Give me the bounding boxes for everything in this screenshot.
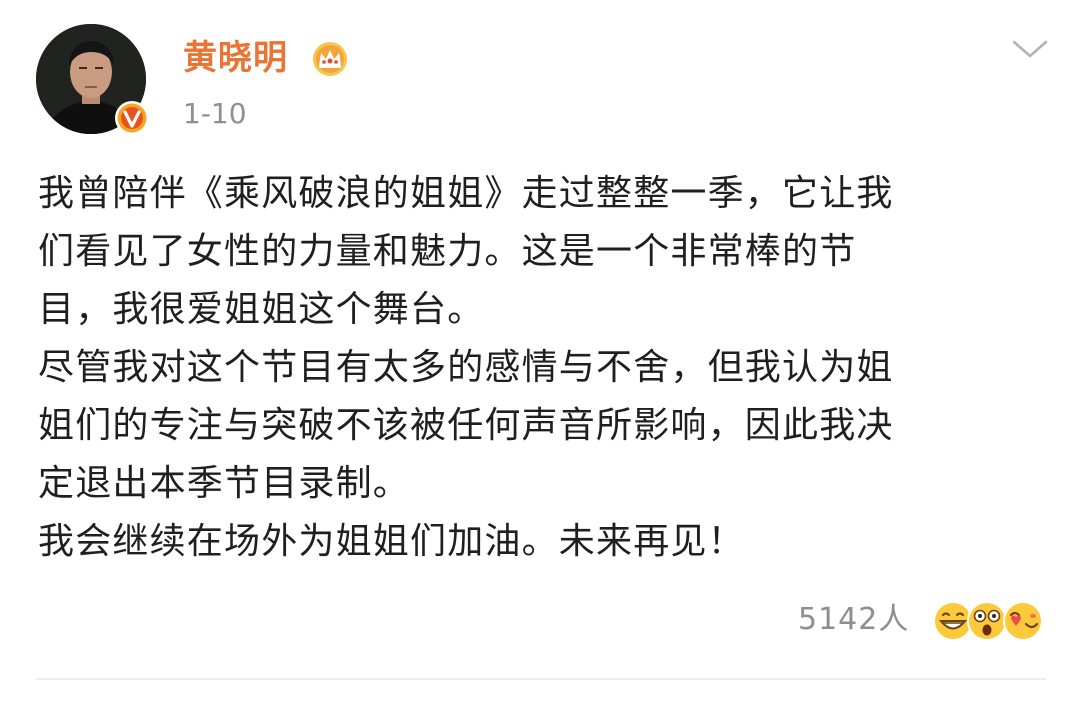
divider xyxy=(36,678,1046,680)
post-text-line: 们看见了女性的力量和魅力。这是一个非常棒的节 xyxy=(38,231,857,272)
chevron-down-icon xyxy=(1012,40,1048,58)
reaction-icons[interactable] xyxy=(932,598,1052,644)
weibo-post: 黄晓明 1-10 我曾陪伴《乘风破浪的姐姐》走过整整一季，它让我 们看见了女性的… xyxy=(0,0,1080,701)
crown-icon[interactable] xyxy=(310,40,350,78)
post-text-line: 尽管我对这个节目有太多的感情与不舍，但我认为姐 xyxy=(38,347,894,388)
verified-v-icon xyxy=(115,101,149,135)
post-time: 1-10 xyxy=(183,97,247,130)
author-avatar[interactable] xyxy=(36,24,152,140)
author-name[interactable]: 黄晓明 xyxy=(183,36,288,80)
post-text-line: 我会继续在场外为姐姐们加油。未来再见！ xyxy=(38,521,745,562)
post-text-line: 我曾陪伴《乘风破浪的姐姐》走过整整一季，它让我 xyxy=(38,173,894,214)
post-text-line: 目，我很爱姐姐这个舞台。 xyxy=(38,289,485,330)
post-text-line: 定退出本季节目录制。 xyxy=(38,463,411,504)
post-content: 我曾陪伴《乘风破浪的姐姐》走过整整一季，它让我 们看见了女性的力量和魅力。这是一… xyxy=(38,165,1048,571)
reaction-count[interactable]: 5142人 xyxy=(798,598,909,642)
post-text-line: 姐们的专注与突破不该被任何声音所影响，因此我决 xyxy=(38,405,894,446)
more-menu-button[interactable] xyxy=(1008,34,1052,64)
heart-face-emoji-icon xyxy=(1003,601,1043,641)
